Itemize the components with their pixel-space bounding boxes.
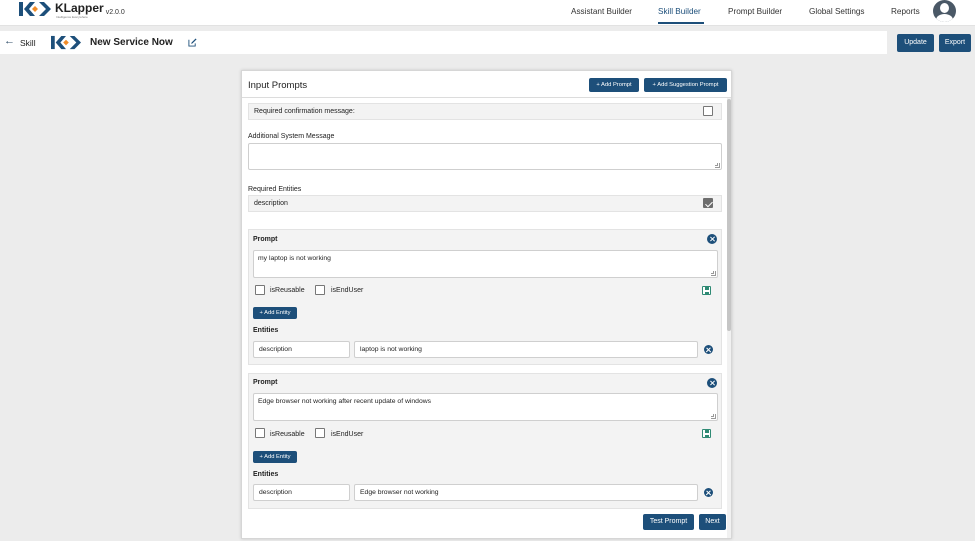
- input-prompts-panel: Input Prompts + Add Prompt + Add Suggest…: [241, 70, 732, 539]
- app-logo[interactable]: KLapper v2.0.0 Intelligence Everywhere: [18, 1, 125, 23]
- entity-value-field[interactable]: laptop is not working: [354, 341, 698, 358]
- panel-title: Input Prompts: [248, 80, 308, 91]
- nav-global-settings[interactable]: Global Settings: [809, 7, 865, 16]
- app-version: v2.0.0: [105, 9, 125, 16]
- back-label[interactable]: Skill: [20, 38, 36, 48]
- is-reusable-label: isReusable: [270, 431, 305, 438]
- required-entity-name: description: [254, 200, 288, 207]
- entity-name-field[interactable]: description: [253, 484, 350, 501]
- next-button[interactable]: Next: [699, 514, 726, 530]
- required-entity-row: [248, 195, 722, 212]
- is-reusable-label: isReusable: [270, 287, 305, 294]
- is-end-user-checkbox[interactable]: [315, 428, 325, 438]
- back-arrow-icon[interactable]: ←: [4, 35, 15, 47]
- required-confirmation-label: Required confirmation message:: [254, 108, 355, 115]
- remove-entity-close-icon[interactable]: [704, 345, 713, 354]
- skill-title: New Service Now: [90, 37, 173, 48]
- export-button[interactable]: Export: [939, 34, 971, 52]
- resize-handle-icon[interactable]: [715, 163, 720, 168]
- required-entities-label: Required Entities: [248, 186, 302, 193]
- entities-label: Entities: [253, 327, 279, 334]
- panel-divider: [242, 97, 731, 98]
- required-confirmation-checkbox[interactable]: [703, 106, 713, 116]
- prompt-text-field[interactable]: my laptop is not working: [253, 250, 718, 278]
- active-nav-indicator: [658, 22, 704, 24]
- top-nav: KLapper v2.0.0 Intelligence Everywhere A…: [0, 0, 975, 26]
- is-end-user-checkbox[interactable]: [315, 285, 325, 295]
- entity-name-field[interactable]: description: [253, 341, 350, 358]
- test-prompt-button[interactable]: Test Prompt: [643, 514, 694, 530]
- skill-logo-icon: [51, 35, 81, 50]
- prompt-text-field[interactable]: Edge browser not working after recent up…: [253, 393, 718, 421]
- add-entity-button[interactable]: + Add Entity: [253, 307, 297, 319]
- nav-reports[interactable]: Reports: [891, 7, 920, 16]
- add-suggestion-prompt-button[interactable]: + Add Suggestion Prompt: [644, 78, 727, 92]
- save-icon[interactable]: [702, 429, 711, 438]
- entities-label: Entities: [253, 471, 279, 478]
- panel-scrollbar-thumb[interactable]: [727, 99, 731, 331]
- edit-icon[interactable]: [188, 38, 197, 47]
- is-reusable-checkbox[interactable]: [255, 285, 265, 295]
- remove-prompt-close-icon[interactable]: [707, 234, 717, 244]
- is-reusable-checkbox[interactable]: [255, 428, 265, 438]
- resize-handle-icon[interactable]: [711, 414, 716, 419]
- update-button[interactable]: Update: [897, 34, 934, 52]
- remove-prompt-close-icon[interactable]: [707, 378, 717, 388]
- additional-system-message-label: Additional System Message: [248, 133, 335, 140]
- resize-handle-icon[interactable]: [711, 271, 716, 276]
- nav-skill-builder[interactable]: Skill Builder: [658, 7, 701, 16]
- remove-entity-close-icon[interactable]: [704, 488, 713, 497]
- additional-system-message-field[interactable]: [248, 143, 722, 170]
- avatar-icon[interactable]: [933, 0, 956, 22]
- app-name: KLapper: [55, 1, 104, 15]
- entity-value-field[interactable]: Edge browser not working: [354, 484, 698, 501]
- save-icon[interactable]: [702, 286, 711, 295]
- is-end-user-label: isEndUser: [331, 431, 364, 438]
- add-entity-button[interactable]: + Add Entity: [253, 451, 297, 463]
- klapper-logo-icon: [19, 2, 51, 16]
- nav-prompt-builder[interactable]: Prompt Builder: [728, 7, 782, 16]
- is-end-user-label: isEndUser: [331, 287, 364, 294]
- prompt-label: Prompt: [253, 379, 278, 386]
- add-prompt-button[interactable]: + Add Prompt: [589, 78, 639, 92]
- nav-assistant-builder[interactable]: Assistant Builder: [571, 7, 632, 16]
- prompt-label: Prompt: [253, 236, 278, 243]
- required-entity-checkbox[interactable]: [703, 198, 713, 208]
- app-tagline: Intelligence Everywhere: [56, 15, 88, 19]
